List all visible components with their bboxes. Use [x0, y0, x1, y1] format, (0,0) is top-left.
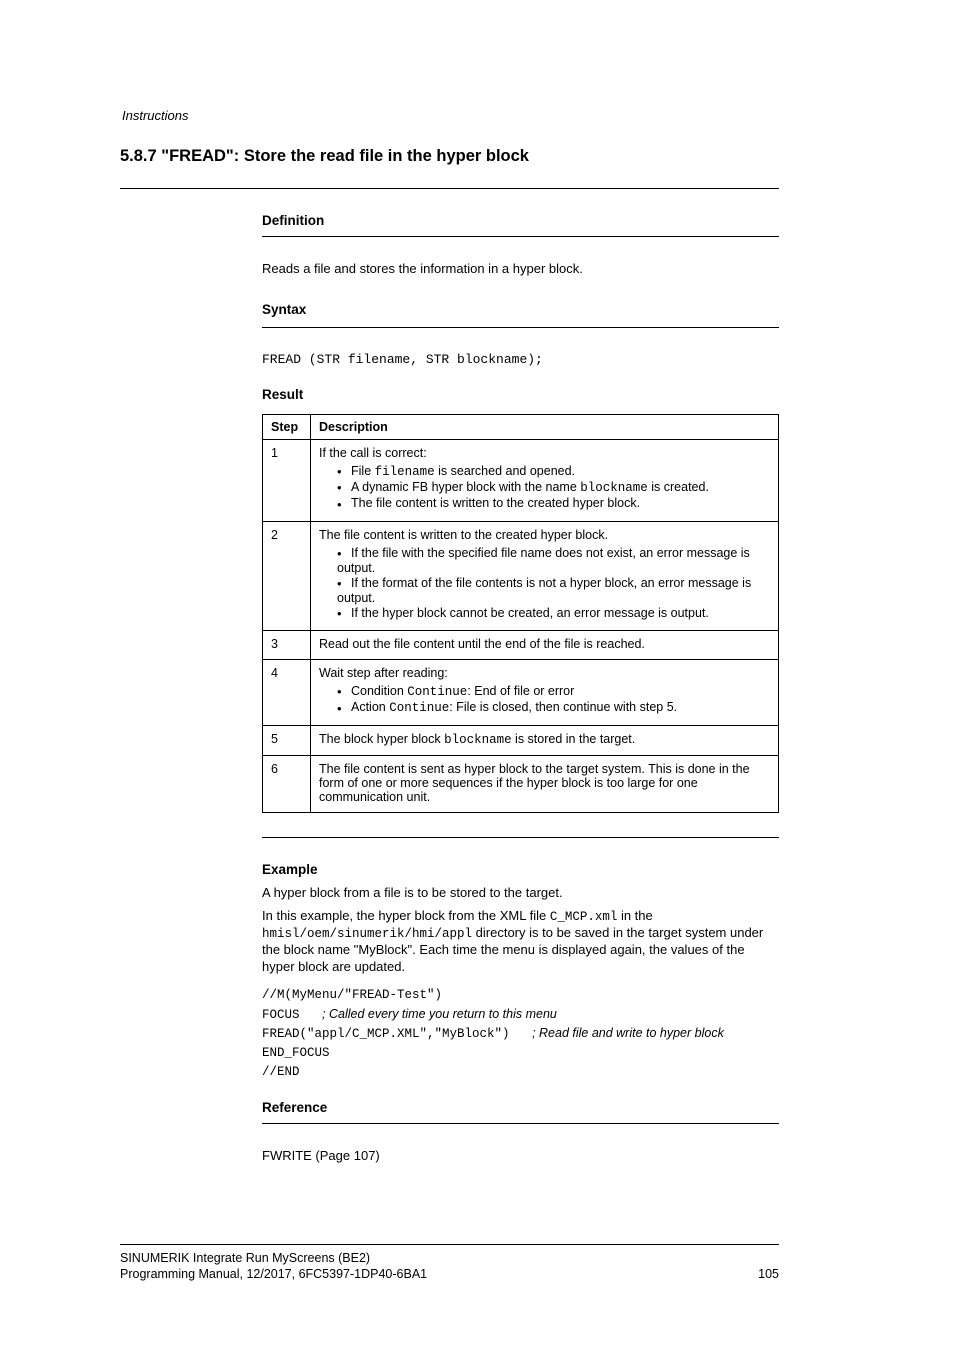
divider [120, 188, 779, 189]
table-row: 2The file content is written to the crea… [263, 521, 779, 631]
step-number: 1 [263, 440, 311, 522]
step-number: 5 [263, 725, 311, 755]
example-para2: In this example, the hyper block from th… [262, 908, 779, 976]
list-item: File filename is searched and opened. [337, 464, 770, 479]
divider [262, 236, 779, 237]
example-para1: A hyper block from a file is to be store… [262, 885, 779, 902]
list-item: If the file with the specified file name… [337, 546, 770, 575]
footer-left: SINUMERIK Integrate Run MyScreens (BE2) [120, 1251, 370, 1265]
divider [262, 1123, 779, 1124]
step-description: If the call is correct:File filename is … [311, 440, 779, 522]
table-row: 5The block hyper block blockname is stor… [263, 725, 779, 755]
section-heading: 5.8.7 "FREAD": Store the read file in th… [120, 147, 779, 166]
table-row: 3Read out the file content until the end… [263, 631, 779, 660]
step-description: The file content is sent as hyper block … [311, 755, 779, 812]
example-text: A hyper block from a file is to be store… [262, 885, 779, 976]
col-step: Step [263, 415, 311, 440]
definition-text: Reads a file and stores the information … [262, 261, 779, 276]
step-description: The file content is written to the creat… [311, 521, 779, 631]
list-item: A dynamic FB hyper block with the name b… [337, 480, 770, 495]
reference-text: FWRITE (Page 107) [262, 1148, 779, 1163]
footer-line2-left: Programming Manual, 12/2017, 6FC5397-1DP… [120, 1267, 427, 1281]
step-number: 6 [263, 755, 311, 812]
step-description: The block hyper block blockname is store… [311, 725, 779, 755]
syntax-code: FREAD (STR filename, STR blockname); [262, 352, 779, 367]
step-number: 4 [263, 660, 311, 725]
code-line: END_FOCUS [262, 1044, 779, 1063]
footer-line2-right: 105 [758, 1267, 779, 1281]
example-code: //M(MyMenu/"FREAD-Test")FOCUS ; Called e… [262, 986, 779, 1082]
table-row: 1If the call is correct:File filename is… [263, 440, 779, 522]
syntax-title: Syntax [262, 302, 779, 317]
table-header-row: Step Description [263, 415, 779, 440]
list-item: Condition Continue: End of file or error [337, 684, 770, 699]
divider [262, 327, 779, 328]
code-line: FREAD("appl/C_MCP.XML","MyBlock") ; Read… [262, 1024, 779, 1044]
table-row: 4Wait step after reading:Condition Conti… [263, 660, 779, 725]
example-title: Example [262, 862, 779, 877]
list-item: If the hyper block cannot be created, an… [337, 606, 770, 621]
page-header: Instructions [120, 108, 779, 123]
col-desc: Description [311, 415, 779, 440]
step-description: Read out the file content until the end … [311, 631, 779, 660]
definition-title: Definition [262, 213, 779, 228]
breadcrumb: Instructions [122, 108, 188, 123]
list-item: Action Continue: File is closed, then co… [337, 700, 770, 715]
table-row: 6The file content is sent as hyper block… [263, 755, 779, 812]
step-description: Wait step after reading:Condition Contin… [311, 660, 779, 725]
list-item: If the format of the file contents is no… [337, 576, 770, 605]
page-footer: SINUMERIK Integrate Run MyScreens (BE2) … [120, 1244, 779, 1281]
reference-title: Reference [262, 1100, 779, 1115]
result-table: Step Description 1If the call is correct… [262, 414, 779, 813]
step-number: 2 [263, 521, 311, 631]
step-number: 3 [263, 631, 311, 660]
list-item: The file content is written to the creat… [337, 496, 770, 511]
code-line: FOCUS ; Called every time you return to … [262, 1005, 779, 1025]
divider [262, 837, 779, 838]
code-line: //M(MyMenu/"FREAD-Test") [262, 986, 779, 1005]
code-line: //END [262, 1063, 779, 1082]
result-title: Result [262, 387, 779, 402]
